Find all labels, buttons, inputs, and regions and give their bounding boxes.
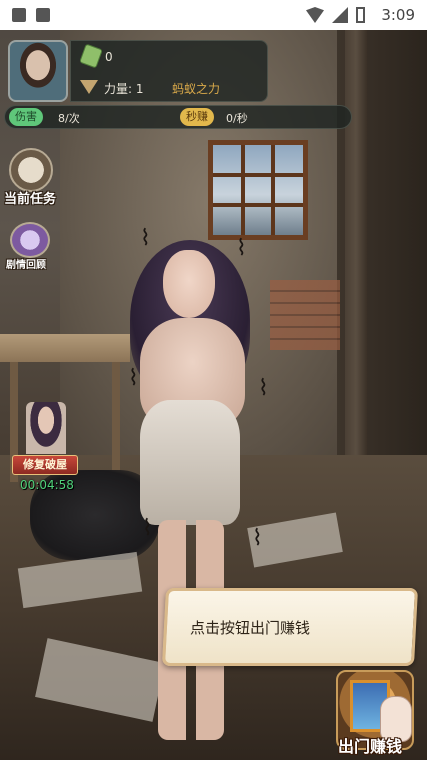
damage-value: 8/次 bbox=[58, 112, 80, 125]
repair-portrait[interactable] bbox=[26, 402, 66, 454]
repair-house-button[interactable]: 修复破屋 bbox=[12, 455, 78, 475]
power-value: 力量: 1 bbox=[104, 82, 144, 96]
broken-window bbox=[208, 140, 308, 240]
tv-icon[interactable] bbox=[10, 222, 50, 258]
money-value: 0 bbox=[105, 50, 113, 64]
status-time: 3:09 bbox=[381, 6, 415, 24]
table bbox=[0, 334, 130, 362]
character-dress bbox=[140, 400, 240, 525]
go-out-label[interactable]: 出门赚钱 bbox=[338, 733, 402, 757]
shiver-mark: ⌇ bbox=[142, 516, 153, 541]
character-face bbox=[163, 250, 215, 318]
text-icon bbox=[36, 8, 50, 22]
shiver-mark: ⌇ bbox=[236, 236, 247, 261]
per-second-badge: 秒赚 bbox=[180, 108, 214, 126]
battery-icon bbox=[356, 7, 365, 23]
shiver-mark: ⌇ bbox=[258, 376, 269, 401]
exposed-bricks bbox=[270, 280, 340, 350]
table-leg bbox=[112, 362, 120, 482]
stats-bar bbox=[4, 105, 352, 129]
shiver-mark: ⌇ bbox=[128, 366, 139, 391]
repair-timer: 00:04:58 bbox=[20, 478, 74, 492]
signal-icon bbox=[332, 7, 348, 23]
shiver-mark: ⌇ bbox=[252, 526, 263, 551]
hint-dialog-text: 点击按钮出门赚钱 bbox=[190, 619, 311, 637]
wifi-icon bbox=[306, 7, 324, 23]
image-icon bbox=[12, 8, 26, 22]
current-task-button[interactable]: 当前任务 bbox=[4, 188, 56, 207]
shiver-mark: ⌇ bbox=[140, 226, 151, 251]
player-avatar[interactable] bbox=[8, 40, 68, 102]
task-icon[interactable] bbox=[9, 148, 53, 192]
story-review-button[interactable]: 剧情回顾 bbox=[6, 256, 46, 271]
damage-badge: 伤害 bbox=[9, 108, 43, 126]
power-title: 蚂蚁之力 bbox=[172, 82, 221, 96]
per-second-value: 0/秒 bbox=[226, 112, 248, 125]
status-bar: 3:09 bbox=[0, 0, 427, 30]
